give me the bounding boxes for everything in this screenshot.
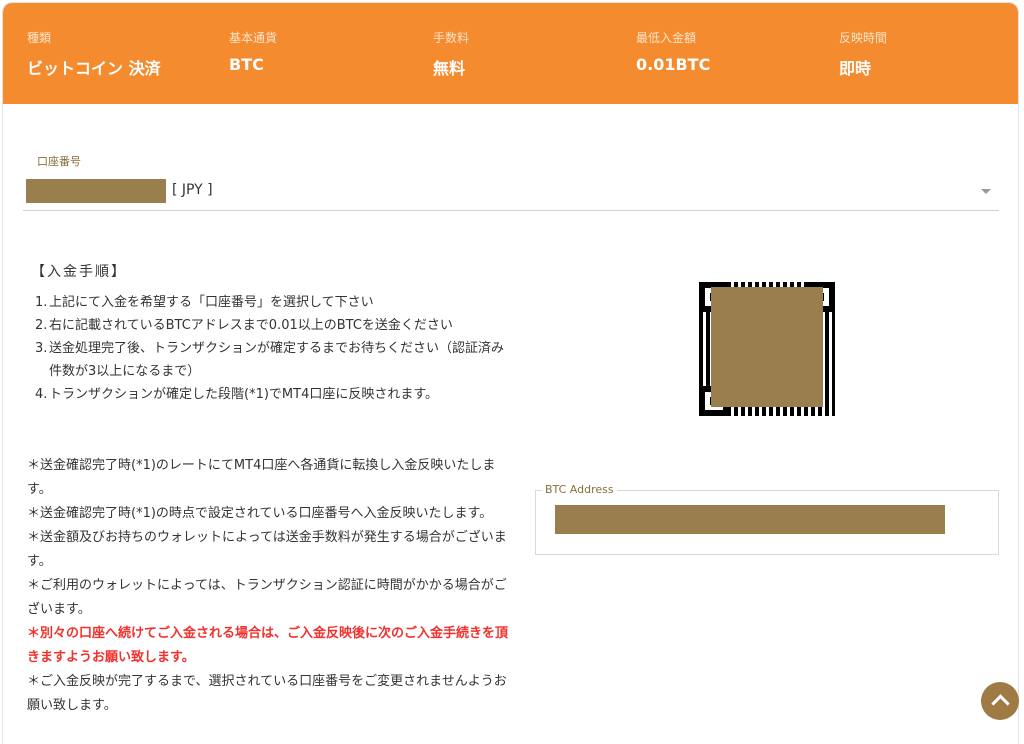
deposit-card: 種類 ビットコイン 決済 基本通貨 BTC 手数料 無料 最低入金額 0.01B… bbox=[2, 2, 1019, 744]
qr-code-redacted bbox=[711, 287, 823, 407]
summary-min-deposit-label: 最低入金額 bbox=[636, 31, 697, 45]
summary-type-label: 種類 bbox=[27, 31, 52, 45]
account-number-label: 口座番号 bbox=[37, 155, 81, 168]
procedure-step: 2. 右に記載されているBTCアドレスまで0.01以上のBTCを送金ください bbox=[35, 314, 505, 337]
scroll-to-top-button[interactable] bbox=[981, 682, 1019, 720]
step-text: 送金処理完了後、トランザクションが確定するまでお待ちください（認証済み件数が3以… bbox=[49, 341, 505, 379]
chevron-down-icon bbox=[981, 189, 991, 194]
summary-min-deposit-value: 0.01BTC bbox=[636, 55, 711, 74]
note-item: ＊ご利用のウォレットによっては、トランザクション認証に時間がかかる場合がございま… bbox=[27, 578, 507, 617]
btc-address-redacted bbox=[555, 505, 945, 534]
summary-fee-value: 無料 bbox=[433, 59, 466, 78]
procedure-title: 【入金手順】 bbox=[31, 264, 127, 280]
payment-summary-header: 種類 ビットコイン 決済 基本通貨 BTC 手数料 無料 最低入金額 0.01B… bbox=[3, 3, 1018, 104]
note-item-warning: ＊別々の口座へ続けてご入金される場合は、ご入金反映後に次のご入金手続きを頂きます… bbox=[27, 626, 509, 665]
summary-reflection-time-label: 反映時間 bbox=[839, 31, 888, 45]
procedure-step: 4. トランザクションが確定した段階(*1)でMT4口座に反映されます。 bbox=[35, 383, 505, 406]
btc-address-field[interactable]: BTC Address bbox=[535, 483, 999, 555]
summary-fee-label: 手数料 bbox=[433, 31, 470, 45]
summary-type-value: ビットコイン 決済 bbox=[27, 59, 161, 78]
note-item: ＊ご入金反映が完了するまで、選択されている口座番号をご変更されませんようお願い致… bbox=[27, 674, 507, 713]
summary-base-currency-label: 基本通貨 bbox=[229, 31, 278, 45]
step-text: 右に記載されているBTCアドレスまで0.01以上のBTCを送金ください bbox=[49, 318, 453, 333]
summary-fee: 手数料 無料 bbox=[433, 29, 469, 79]
account-number-select[interactable]: [ JPY ] bbox=[23, 179, 999, 211]
btc-qr-code bbox=[699, 282, 835, 416]
note-item: ＊送金確認完了時(*1)のレートにてMT4口座へ各通貨に転換し入金反映いたします… bbox=[27, 458, 496, 497]
procedure-step: 3. 送金処理完了後、トランザクションが確定するまでお待ちください（認証済み件数が… bbox=[35, 337, 505, 383]
account-number-redacted bbox=[26, 179, 166, 203]
note-item: ＊送金額及びお持ちのウォレットによっては送金手数料が発生する場合がございます。 bbox=[27, 530, 507, 569]
deposit-notes: ＊送金確認完了時(*1)のレートにてMT4口座へ各通貨に転換し入金反映いたします… bbox=[27, 454, 519, 718]
note-item: ＊送金確認完了時(*1)の時点で設定されている口座番号へ入金反映いたします。 bbox=[27, 506, 493, 521]
step-number: 4. bbox=[35, 387, 48, 402]
summary-base-currency: 基本通貨 BTC bbox=[229, 29, 277, 74]
step-number: 1. bbox=[35, 295, 48, 310]
account-currency: [ JPY ] bbox=[172, 182, 213, 198]
btc-address-label: BTC Address bbox=[542, 483, 617, 496]
summary-type: 種類 ビットコイン 決済 bbox=[27, 29, 161, 79]
summary-reflection-time: 反映時間 即時 bbox=[839, 29, 887, 79]
step-text: トランザクションが確定した段階(*1)でMT4口座に反映されます。 bbox=[49, 387, 439, 402]
step-number: 2. bbox=[35, 318, 48, 333]
procedure-step: 1. 上記にて入金を希望する「口座番号」を選択して下さい bbox=[35, 291, 505, 314]
procedure-steps: 1. 上記にて入金を希望する「口座番号」を選択して下さい 2. 右に記載されているB… bbox=[35, 291, 505, 406]
summary-reflection-time-value: 即時 bbox=[839, 59, 872, 78]
summary-min-deposit: 最低入金額 0.01BTC bbox=[636, 29, 710, 74]
step-number: 3. bbox=[35, 341, 48, 356]
step-text: 上記にて入金を希望する「口座番号」を選択して下さい bbox=[49, 295, 374, 310]
summary-base-currency-value: BTC bbox=[229, 55, 264, 74]
